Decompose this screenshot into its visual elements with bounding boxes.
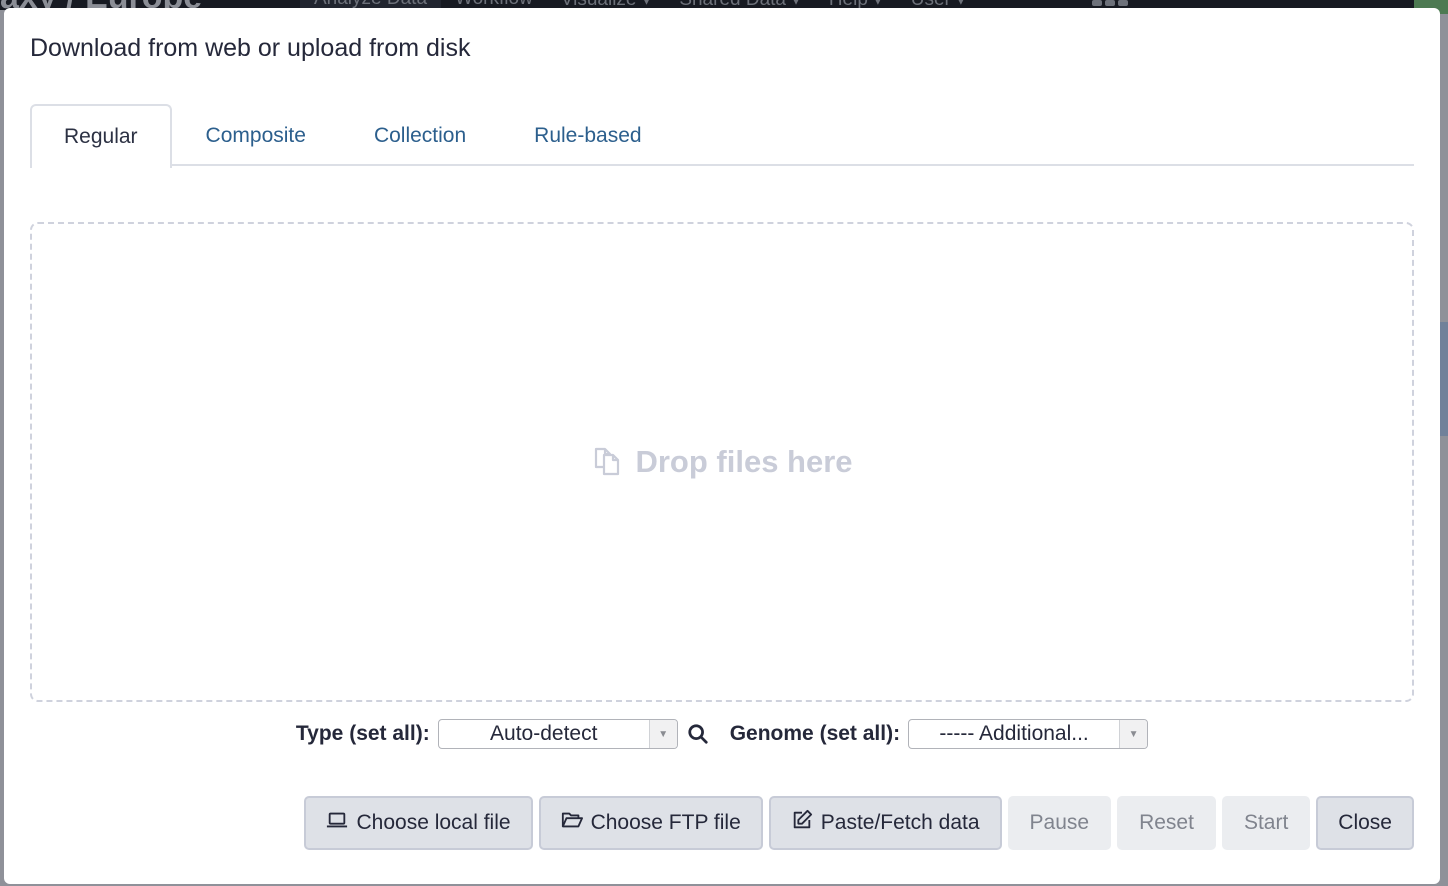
apps-grid-icon <box>1092 0 1130 8</box>
laptop-icon <box>326 809 348 837</box>
choose-local-file-label: Choose local file <box>356 811 511 834</box>
start-button[interactable]: Start <box>1221 796 1311 850</box>
upload-tabs: Regular Composite Collection Rule-based <box>30 104 1414 168</box>
type-select[interactable]: Auto-detect ▼ <box>437 719 678 749</box>
genome-select[interactable]: ----- Additional... ▼ <box>908 719 1149 749</box>
modal-title: Download from web or upload from disk <box>30 34 471 62</box>
drop-text: Drop files here <box>635 444 853 479</box>
chevron-down-icon: ▼ <box>648 720 677 748</box>
choose-ftp-file-label: Choose FTP file <box>590 811 741 834</box>
background-right-panel <box>1440 322 1448 436</box>
close-button[interactable]: Close <box>1316 796 1414 850</box>
drop-message: Drop files here <box>591 443 853 482</box>
pause-button[interactable]: Pause <box>1007 796 1112 850</box>
genome-select-value: ----- Additional... <box>939 722 1089 745</box>
paste-fetch-data-label: Paste/Fetch data <box>820 811 980 834</box>
upload-modal: Download from web or upload from disk Re… <box>4 8 1440 884</box>
choose-local-file-button[interactable]: Choose local file <box>304 796 533 850</box>
settings-row: Type (set all): Auto-detect ▼ Genome (se… <box>4 718 1440 750</box>
search-icon[interactable] <box>686 722 710 746</box>
reset-button[interactable]: Reset <box>1117 796 1216 850</box>
folder-open-icon <box>561 809 583 837</box>
edit-icon <box>791 809 813 837</box>
type-select-value: Auto-detect <box>490 722 598 745</box>
drop-zone[interactable]: Drop files here <box>30 222 1414 702</box>
tab-collection[interactable]: Collection <box>340 104 500 166</box>
choose-ftp-file-button[interactable]: Choose FTP file <box>538 796 763 850</box>
modal-footer: Choose local file Choose FTP file Paste/… <box>304 796 1414 850</box>
tab-regular[interactable]: Regular <box>30 104 172 168</box>
chevron-down-icon: ▼ <box>1119 720 1148 748</box>
copy-icon <box>591 443 625 482</box>
type-label: Type (set all): <box>295 722 430 745</box>
tab-composite[interactable]: Composite <box>172 104 340 166</box>
tab-rule-based[interactable]: Rule-based <box>500 104 675 166</box>
paste-fetch-data-button[interactable]: Paste/Fetch data <box>768 796 1002 850</box>
genome-label: Genome (set all): <box>729 722 901 745</box>
